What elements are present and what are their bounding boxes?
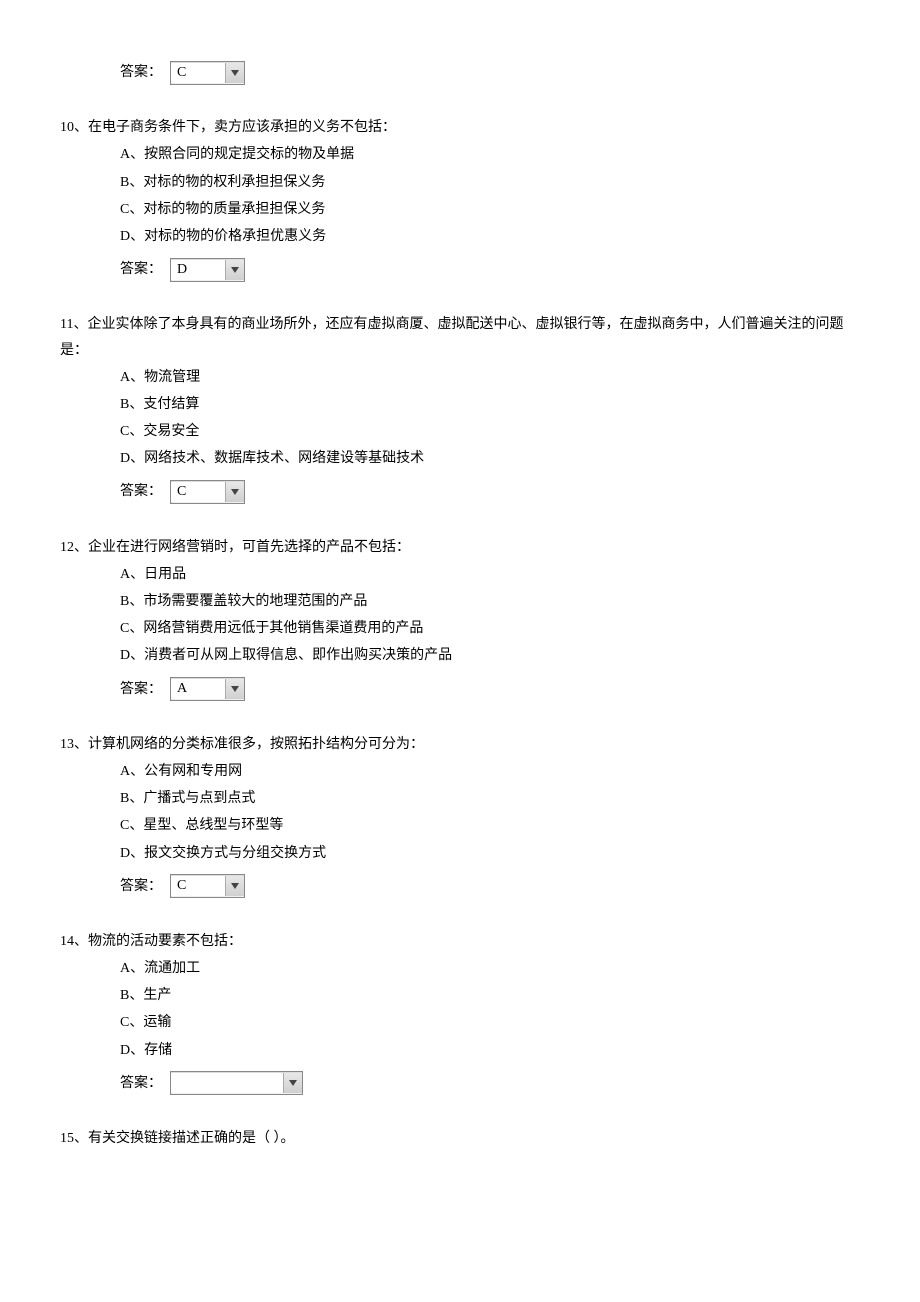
option-c: C、交易安全 — [120, 419, 860, 444]
option-d: D、报文交换方式与分组交换方式 — [120, 841, 860, 866]
option-d: D、消费者可从网上取得信息、即作出购买决策的产品 — [120, 643, 860, 668]
option-b: B、支付结算 — [120, 392, 860, 417]
dropdown-value: C — [171, 63, 225, 83]
question-stem: 14、物流的活动要素不包括： — [60, 929, 860, 954]
answer-label: 答案： — [120, 60, 162, 85]
question-11: 11、企业实体除了本身具有的商业场所外，还应有虚拟商厦、虚拟配送中心、虚拟银行等… — [60, 312, 860, 471]
question-stem: 12、企业在进行网络营销时，可首先选择的产品不包括： — [60, 535, 860, 560]
dropdown-value: C — [171, 876, 225, 896]
question-15: 15、有关交换链接描述正确的是（ ）。 — [60, 1126, 860, 1151]
question-stem: 10、在电子商务条件下，卖方应该承担的义务不包括： — [60, 115, 860, 140]
dropdown-value: A — [171, 679, 225, 699]
chevron-down-icon — [283, 1073, 302, 1093]
question-13: 13、计算机网络的分类标准很多，按照拓扑结构分可分为： A、公有网和专用网 B、… — [60, 732, 860, 866]
answer-label: 答案： — [120, 874, 162, 899]
question-14: 14、物流的活动要素不包括： A、流通加工 B、生产 C、运输 D、存储 — [60, 929, 860, 1063]
option-c: C、对标的物的质量承担担保义务 — [120, 197, 860, 222]
answer-dropdown-q12[interactable]: A — [170, 677, 245, 701]
dropdown-value — [171, 1073, 283, 1093]
option-d: D、存储 — [120, 1038, 860, 1063]
answer-row-q11: 答案： C — [120, 479, 860, 504]
question-12: 12、企业在进行网络营销时，可首先选择的产品不包括： A、日用品 B、市场需要覆… — [60, 535, 860, 669]
answer-dropdown-q13[interactable]: C — [170, 874, 245, 898]
question-10: 10、在电子商务条件下，卖方应该承担的义务不包括： A、按照合同的规定提交标的物… — [60, 115, 860, 249]
dropdown-value: C — [171, 482, 225, 502]
option-a: A、日用品 — [120, 562, 860, 587]
option-b: B、对标的物的权利承担担保义务 — [120, 170, 860, 195]
question-stem: 13、计算机网络的分类标准很多，按照拓扑结构分可分为： — [60, 732, 860, 757]
option-b: B、市场需要覆盖较大的地理范围的产品 — [120, 589, 860, 614]
answer-row-q9: 答案： C — [120, 60, 860, 85]
option-c: C、星型、总线型与环型等 — [120, 813, 860, 838]
answer-row-q14: 答案： — [120, 1071, 860, 1096]
option-a: A、按照合同的规定提交标的物及单据 — [120, 142, 860, 167]
option-a: A、物流管理 — [120, 365, 860, 390]
dropdown-value: D — [171, 260, 225, 280]
option-d: D、网络技术、数据库技术、网络建设等基础技术 — [120, 446, 860, 471]
answer-dropdown-q9[interactable]: C — [170, 61, 245, 85]
question-stem: 11、企业实体除了本身具有的商业场所外，还应有虚拟商厦、虚拟配送中心、虚拟银行等… — [60, 312, 860, 362]
option-c: C、运输 — [120, 1010, 860, 1035]
answer-row-q13: 答案： C — [120, 874, 860, 899]
chevron-down-icon — [225, 482, 244, 502]
answer-row-q10: 答案： D — [120, 257, 860, 282]
chevron-down-icon — [225, 63, 244, 83]
option-d: D、对标的物的价格承担优惠义务 — [120, 224, 860, 249]
answer-row-q12: 答案： A — [120, 677, 860, 702]
answer-label: 答案： — [120, 1071, 162, 1096]
chevron-down-icon — [225, 679, 244, 699]
answer-dropdown-q10[interactable]: D — [170, 258, 245, 282]
option-b: B、生产 — [120, 983, 860, 1008]
option-c: C、网络营销费用远低于其他销售渠道费用的产品 — [120, 616, 860, 641]
question-stem: 15、有关交换链接描述正确的是（ ）。 — [60, 1126, 860, 1151]
option-a: A、公有网和专用网 — [120, 759, 860, 784]
answer-label: 答案： — [120, 677, 162, 702]
answer-dropdown-q11[interactable]: C — [170, 480, 245, 504]
answer-label: 答案： — [120, 257, 162, 282]
option-a: A、流通加工 — [120, 956, 860, 981]
chevron-down-icon — [225, 260, 244, 280]
answer-label: 答案： — [120, 479, 162, 504]
option-b: B、广播式与点到点式 — [120, 786, 860, 811]
chevron-down-icon — [225, 876, 244, 896]
answer-dropdown-q14[interactable] — [170, 1071, 303, 1095]
